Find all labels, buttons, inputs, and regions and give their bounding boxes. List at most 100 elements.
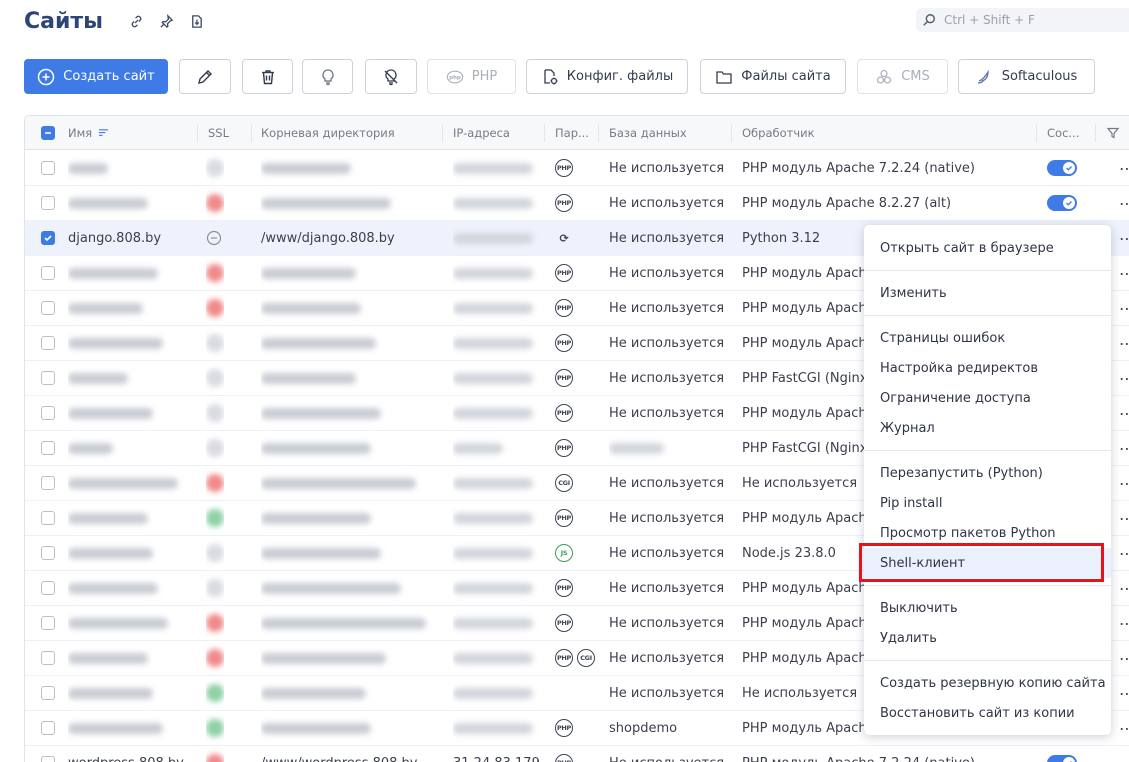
site-name[interactable]: [68, 501, 193, 535]
menu-item[interactable]: Страницы ошибок: [864, 323, 1111, 353]
site-name[interactable]: [68, 536, 193, 570]
enable-button[interactable]: [302, 59, 353, 94]
row-actions-icon[interactable]: ⋯: [1119, 466, 1129, 500]
row-checkbox[interactable]: [41, 431, 55, 465]
row-actions-icon[interactable]: ⋯: [1119, 501, 1129, 535]
site-name[interactable]: [68, 606, 193, 640]
site-name[interactable]: [68, 641, 193, 675]
link-icon[interactable]: [121, 6, 151, 36]
site-name[interactable]: [68, 711, 193, 745]
site-name[interactable]: [68, 291, 193, 325]
site-name[interactable]: [68, 326, 193, 360]
site-name[interactable]: [68, 256, 193, 290]
filter-icon[interactable]: [1107, 116, 1119, 150]
row-actions-icon[interactable]: ⋯: [1119, 291, 1129, 325]
cms-button[interactable]: CMS: [857, 59, 948, 94]
site-name[interactable]: [68, 186, 193, 220]
site-name[interactable]: [68, 361, 193, 395]
menu-item[interactable]: Перезапустить (Python): [864, 458, 1111, 488]
row-actions-icon[interactable]: ⋯: [1119, 431, 1129, 465]
site-name[interactable]: [68, 396, 193, 430]
row-checkbox[interactable]: [41, 291, 55, 325]
site-name[interactable]: [68, 676, 193, 710]
menu-item[interactable]: Удалить: [864, 623, 1111, 653]
row-actions-icon[interactable]: ⋯: [1119, 151, 1129, 185]
row-actions-icon[interactable]: ⋯: [1119, 641, 1129, 675]
row-checkbox[interactable]: [41, 396, 55, 430]
table-row[interactable]: PHP Не используется PHP модуль Apache 8.2.…: [25, 186, 1129, 221]
col-ssl[interactable]: SSL: [208, 116, 229, 150]
site-name[interactable]: [68, 431, 193, 465]
site-files-button[interactable]: Файлы сайта: [700, 59, 846, 94]
row-checkbox[interactable]: [41, 711, 55, 745]
site-name[interactable]: django.808.by: [68, 221, 193, 255]
row-actions-icon[interactable]: ⋯: [1119, 361, 1129, 395]
status-toggle[interactable]: [1047, 186, 1077, 220]
site-name[interactable]: [68, 571, 193, 605]
menu-item[interactable]: Изменить: [864, 278, 1111, 308]
row-actions-icon[interactable]: ⋯: [1119, 711, 1129, 745]
col-handler[interactable]: Обработчик: [742, 116, 815, 150]
table-row[interactable]: wordpress.808.by/www/wordpress.808.by 31.…: [25, 746, 1129, 762]
export-icon[interactable]: [181, 6, 211, 36]
col-root[interactable]: Корневая директория: [261, 116, 395, 150]
row-actions-icon[interactable]: ⋯: [1119, 746, 1129, 762]
menu-item[interactable]: Открыть сайт в браузере: [864, 233, 1111, 263]
delete-button[interactable]: [242, 59, 293, 94]
menu-item[interactable]: Создать резервную копию сайта: [864, 668, 1111, 698]
config-files-button[interactable]: Конфиг. файлы: [526, 59, 688, 94]
softaculous-button[interactable]: Softaculous: [958, 59, 1095, 94]
row-checkbox[interactable]: [41, 536, 55, 570]
table-row[interactable]: PHP Не используется PHP модуль Apache 7.2.…: [25, 151, 1129, 186]
menu-item[interactable]: Pip install: [864, 488, 1111, 518]
row-actions-icon[interactable]: ⋯: [1119, 536, 1129, 570]
col-params[interactable]: Пар...: [555, 116, 589, 150]
row-checkbox[interactable]: [41, 641, 55, 675]
status-toggle[interactable]: [1047, 746, 1077, 762]
row-actions-icon[interactable]: ⋯: [1119, 606, 1129, 640]
site-name[interactable]: [68, 466, 193, 500]
row-actions-icon[interactable]: ⋯: [1119, 676, 1129, 710]
col-name[interactable]: Имя: [68, 116, 109, 150]
pin-icon[interactable]: [151, 6, 181, 36]
select-all-checkbox[interactable]: [41, 116, 55, 150]
col-db[interactable]: База данных: [609, 116, 687, 150]
menu-item[interactable]: Выключить: [864, 593, 1111, 623]
row-actions-icon[interactable]: ⋯: [1119, 186, 1129, 220]
row-checkbox[interactable]: [41, 361, 55, 395]
row-checkbox[interactable]: [41, 606, 55, 640]
sort-icon[interactable]: [98, 128, 109, 139]
row-checkbox[interactable]: [41, 326, 55, 360]
row-actions-icon[interactable]: ⋯: [1119, 256, 1129, 290]
row-actions-icon[interactable]: ⋯: [1119, 326, 1129, 360]
menu-item[interactable]: Просмотр пакетов Python: [864, 518, 1111, 548]
row-actions-icon[interactable]: ⋯: [1119, 396, 1129, 430]
menu-item[interactable]: Настройка редиректов: [864, 353, 1111, 383]
site-name[interactable]: wordpress.808.by: [68, 746, 193, 762]
disable-button[interactable]: [365, 59, 417, 94]
menu-item[interactable]: Журнал: [864, 413, 1111, 443]
row-actions-icon[interactable]: ⋯: [1119, 571, 1129, 605]
row-actions-icon[interactable]: ⋯: [1119, 221, 1129, 255]
row-checkbox[interactable]: [41, 746, 55, 762]
row-checkbox[interactable]: [41, 186, 55, 220]
row-checkbox[interactable]: [41, 571, 55, 605]
global-search[interactable]: [916, 8, 1129, 32]
row-checkbox[interactable]: [41, 676, 55, 710]
site-name[interactable]: [68, 151, 193, 185]
row-checkbox[interactable]: [41, 501, 55, 535]
create-site-button[interactable]: Создать сайт: [24, 59, 168, 94]
menu-item[interactable]: Shell-клиент: [864, 548, 1111, 578]
menu-item[interactable]: Восстановить сайт из копии: [864, 698, 1111, 728]
status-toggle[interactable]: [1047, 151, 1077, 185]
menu-item[interactable]: Ограничение доступа: [864, 383, 1111, 413]
col-ip[interactable]: IP-адреса: [453, 116, 510, 150]
row-checkbox[interactable]: [41, 221, 55, 255]
php-button[interactable]: php PHP: [427, 59, 516, 94]
row-checkbox[interactable]: [41, 466, 55, 500]
row-checkbox[interactable]: [41, 256, 55, 290]
search-input[interactable]: [944, 13, 1124, 27]
row-checkbox[interactable]: [41, 151, 55, 185]
col-status[interactable]: Сос...: [1047, 116, 1079, 150]
edit-button[interactable]: [179, 59, 231, 94]
